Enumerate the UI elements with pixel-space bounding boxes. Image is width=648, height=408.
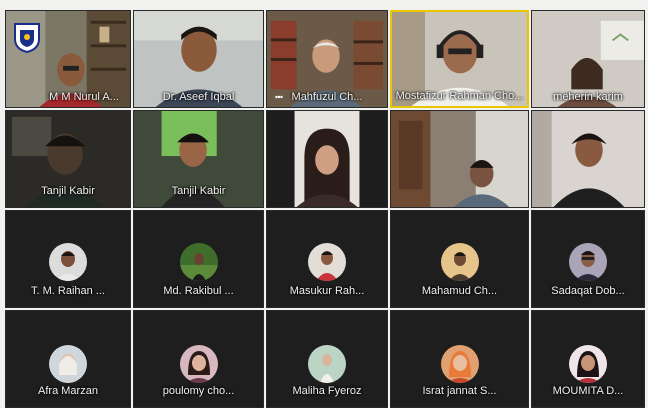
participant-tile[interactable]: M M Nurul A... — [5, 10, 131, 108]
participant-avatar — [440, 243, 479, 281]
participant-name: Maliha Fyeroz — [292, 385, 362, 397]
participant-tile[interactable]: Tanjil Kabir — [5, 110, 131, 208]
participant-tile[interactable]: Mahamud Ch... — [390, 210, 529, 308]
participant-name: poulomy cho... — [162, 385, 235, 397]
video-feed — [391, 111, 528, 207]
gallery-view: M M Nurul A... Dr. Aseef Iqbal Mahfuzul … — [0, 0, 648, 408]
participant-avatar — [308, 345, 346, 383]
participant-tile[interactable]: MOUMITA D... — [531, 310, 645, 408]
participant-tile[interactable]: Dr. Aseef Iqbal — [133, 10, 264, 108]
participant-name: M M Nurul A... — [49, 91, 119, 103]
participant-tile[interactable]: Sadaqat Dob... — [531, 210, 645, 308]
participant-avatar — [49, 345, 87, 383]
participant-name: Masukur Rah... — [289, 285, 365, 297]
participant-tile[interactable]: Mahfuzul Ch... — [266, 10, 388, 108]
participant-name: Israt jannat S... — [422, 385, 497, 397]
participant-name: meherin karim — [553, 91, 623, 103]
participant-name: Tanjil Kabir — [171, 185, 226, 197]
participant-name: Dr. Aseef Iqbal — [162, 91, 235, 103]
participant-tile-active-speaker[interactable]: Mostafizur Rahman Cho... — [390, 10, 529, 108]
participant-avatar — [569, 345, 607, 383]
participant-tile[interactable] — [266, 110, 388, 208]
participant-avatar — [179, 345, 218, 383]
participant-avatar — [440, 345, 479, 383]
participant-tile[interactable]: Masukur Rah... — [266, 210, 388, 308]
participant-tile[interactable] — [531, 110, 645, 208]
participant-name: Mahfuzul Ch... — [291, 91, 363, 103]
participant-tile[interactable]: Israt jannat S... — [390, 310, 529, 408]
university-logo-icon — [12, 21, 42, 53]
participant-name: Mostafizur Rahman Cho... — [395, 90, 524, 102]
participant-name: Sadaqat Dob... — [551, 285, 625, 297]
participant-tile[interactable]: T. M. Raihan ... — [5, 210, 131, 308]
participant-name: MOUMITA D... — [552, 385, 624, 397]
participant-tile[interactable]: poulomy cho... — [133, 310, 264, 408]
participant-name: Md. Rakibul ... — [163, 285, 234, 297]
participant-tile[interactable] — [390, 110, 529, 208]
participant-avatar — [49, 243, 87, 281]
video-feed — [267, 111, 387, 207]
participant-tile[interactable]: Tanjil Kabir — [133, 110, 264, 208]
participant-avatar — [308, 243, 346, 281]
video-feed — [532, 111, 644, 207]
participant-name: T. M. Raihan ... — [31, 285, 105, 297]
participant-avatar — [569, 243, 607, 281]
participant-tile[interactable]: Afra Marzan — [5, 310, 131, 408]
participant-name: Tanjil Kabir — [41, 185, 95, 197]
participant-name: Mahamud Ch... — [421, 285, 498, 297]
participant-tile[interactable]: Maliha Fyeroz — [266, 310, 388, 408]
participant-tile[interactable]: Md. Rakibul ... — [133, 210, 264, 308]
participant-tile[interactable]: meherin karim — [531, 10, 645, 108]
participant-name: Afra Marzan — [38, 385, 98, 397]
participant-avatar — [179, 243, 218, 281]
